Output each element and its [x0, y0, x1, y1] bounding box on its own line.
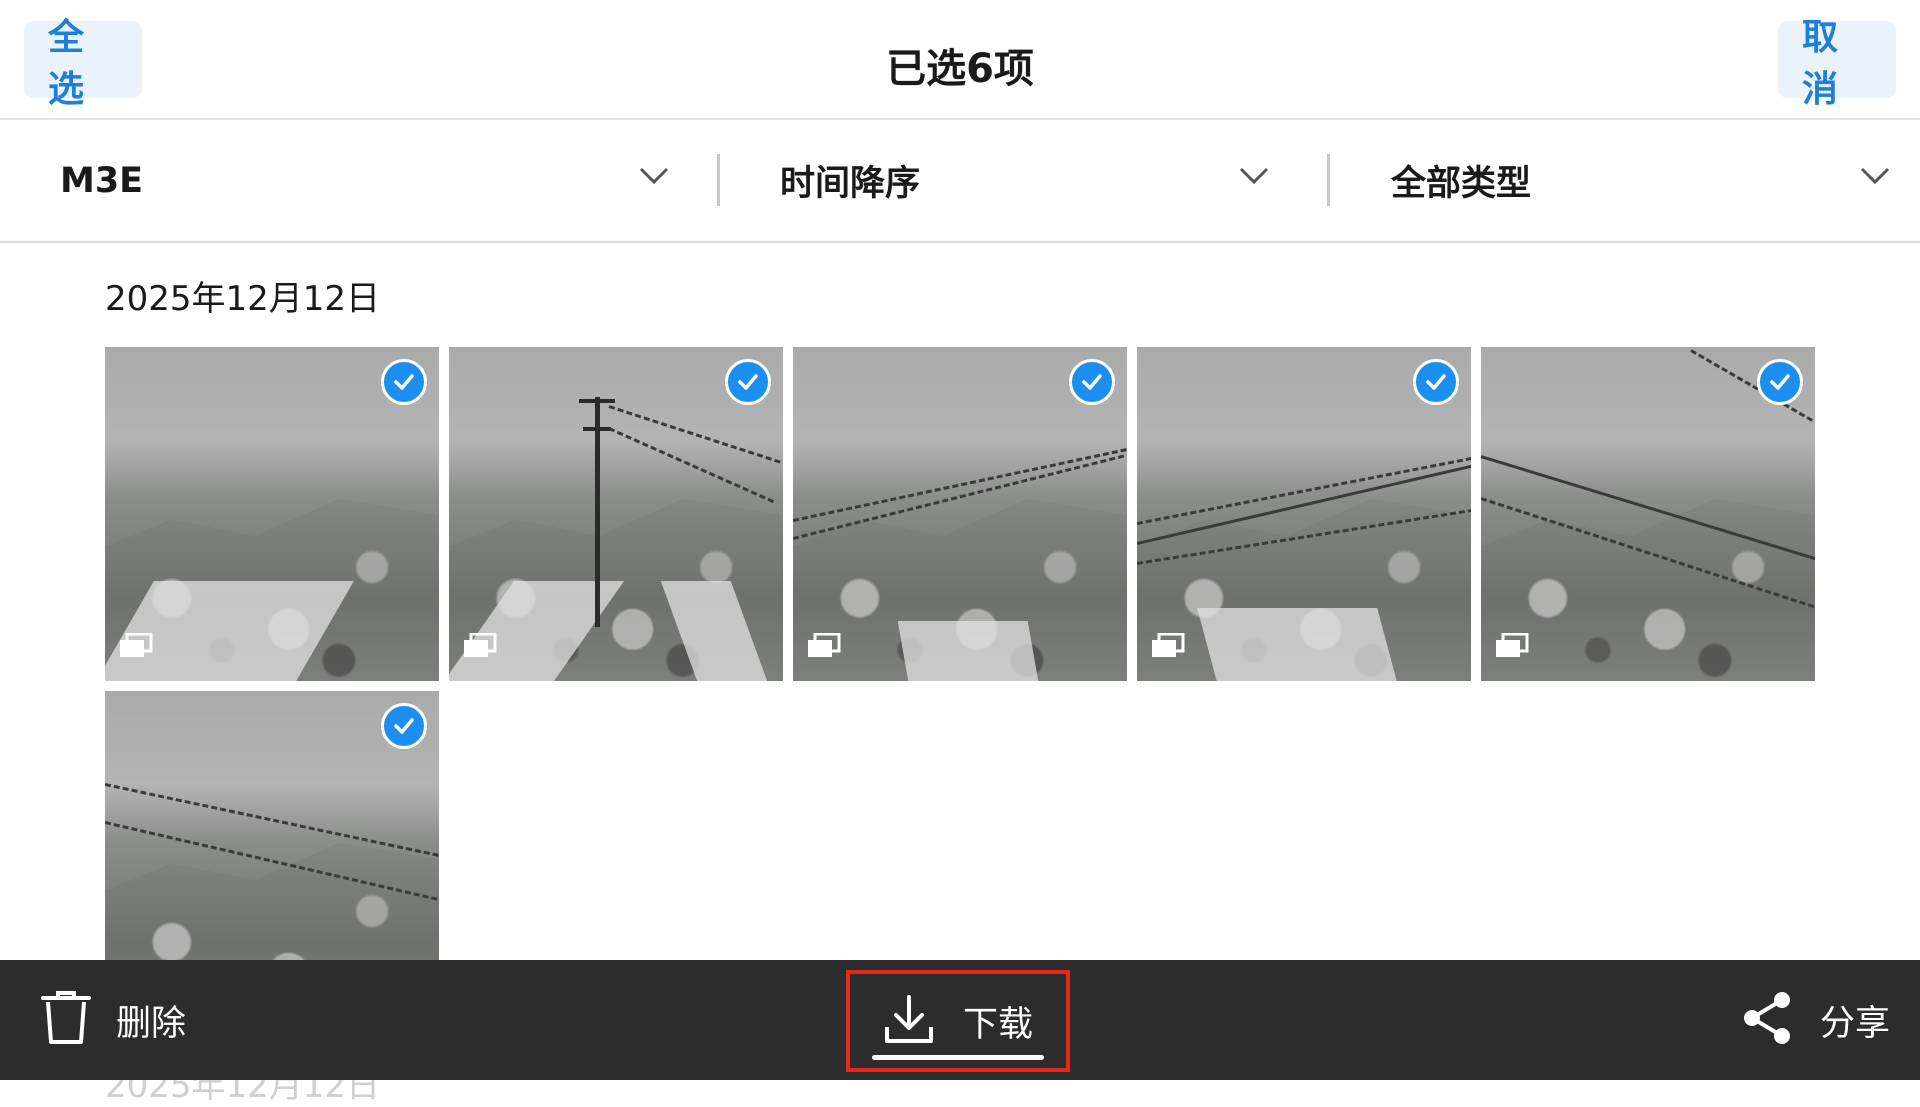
cancel-button[interactable]: 取消: [1778, 17, 1896, 110]
share-icon: [1742, 990, 1792, 1050]
trash-icon: [40, 990, 92, 1050]
multi-photo-icon: [1495, 632, 1529, 663]
filter-bar: M3E 时间降序 全部类型: [0, 120, 1920, 243]
date-heading: 2025年12月12日: [105, 279, 381, 319]
chevron-down-icon: [638, 166, 670, 186]
page-title: 已选6项: [886, 46, 1034, 92]
selected-check-icon[interactable]: [1757, 359, 1803, 405]
top-bar: 全选 已选6项 取消: [0, 0, 1920, 120]
multi-photo-icon: [463, 632, 497, 663]
selected-check-icon[interactable]: [381, 359, 427, 405]
active-indicator: [872, 1055, 1044, 1060]
delete-label: 删除: [116, 1003, 187, 1044]
type-filter-dropdown[interactable]: 全部类型: [1391, 120, 1891, 241]
type-filter-label: 全部类型: [1391, 164, 1532, 204]
download-label: 下载: [962, 1004, 1033, 1045]
bottom-action-bar: 删除 下载 分享: [0, 960, 1920, 1080]
photo-thumbnail[interactable]: [449, 347, 783, 681]
sort-order-label: 时间降序: [780, 164, 921, 204]
photo-thumbnail[interactable]: [1481, 347, 1815, 681]
chevron-down-icon: [1238, 166, 1270, 186]
filter-divider: [717, 154, 720, 206]
multi-photo-icon: [1151, 632, 1185, 663]
download-icon: [883, 993, 935, 1049]
selected-check-icon[interactable]: [1069, 359, 1115, 405]
share-label: 分享: [1819, 1003, 1890, 1044]
delete-button[interactable]: 删除: [40, 960, 186, 1080]
photo-thumbnail[interactable]: [1137, 347, 1471, 681]
multi-photo-icon: [807, 632, 841, 663]
photo-thumbnail[interactable]: [105, 347, 439, 681]
multi-photo-icon: [119, 632, 153, 663]
download-button[interactable]: 下载: [846, 970, 1070, 1072]
device-filter-label: M3E: [60, 160, 144, 201]
sort-order-dropdown[interactable]: 时间降序: [780, 120, 1270, 241]
selected-check-icon[interactable]: [725, 359, 771, 405]
chevron-down-icon: [1859, 166, 1891, 186]
filter-divider: [1327, 154, 1330, 206]
selected-check-icon[interactable]: [381, 703, 427, 749]
selected-check-icon[interactable]: [1413, 359, 1459, 405]
share-button[interactable]: 分享: [1742, 960, 1890, 1080]
device-filter-dropdown[interactable]: M3E: [60, 120, 670, 241]
photo-thumbnail[interactable]: [793, 347, 1127, 681]
